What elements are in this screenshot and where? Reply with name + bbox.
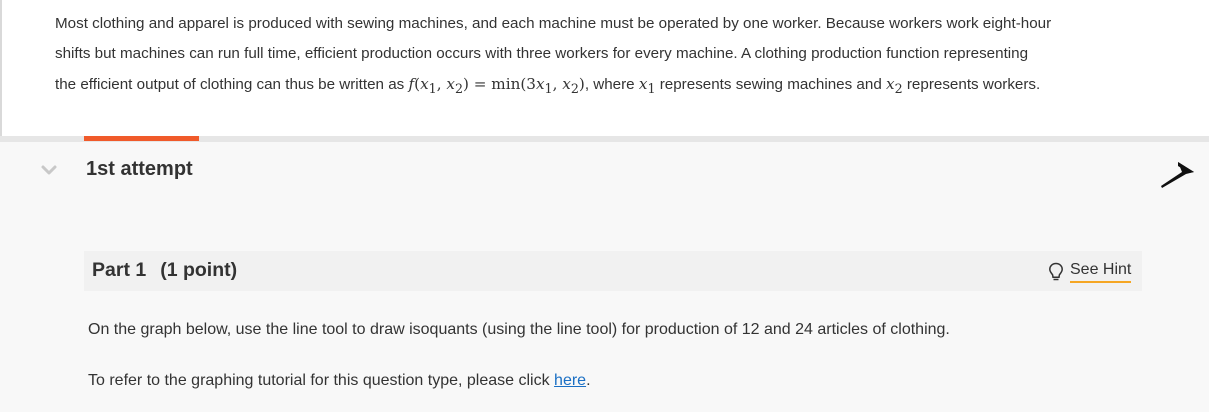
part-points: (1 point) — [160, 259, 238, 281]
part-title: Part 1 (1 point) — [92, 259, 237, 282]
intro-line-3-prefix: the efficient output of clothing can thu… — [55, 76, 405, 93]
attempt-tab-indicator — [84, 136, 199, 141]
variable-x1: x1 — [638, 75, 656, 97]
see-hint-button[interactable]: See Hint — [1048, 258, 1132, 286]
tutorial-suffix: . — [586, 372, 591, 389]
intro-line-3-suffix: represents workers. — [906, 76, 1041, 93]
tutorial-prefix: To refer to the graphing tutorial for th… — [88, 372, 550, 389]
intro-line-2: shifts but machines can run full time, e… — [55, 45, 1029, 62]
intro-line-3-mid: , where — [584, 76, 635, 93]
intro-line-1: Most clothing and apparel is produced wi… — [55, 15, 1052, 32]
question-text: On the graph below, use the line tool to… — [88, 321, 950, 338]
tutorial-text: To refer to the graphing tutorial for th… — [88, 372, 591, 390]
problem-intro: Most clothing and apparel is produced wi… — [0, 0, 1209, 136]
intro-line-3-mid2: represents sewing machines and — [659, 76, 882, 93]
part-label: Part 1 — [92, 259, 147, 281]
production-function-formula: f(x1, x2) = min(3x1, x2) — [408, 75, 585, 97]
attempt-title: 1st attempt — [86, 158, 193, 180]
tutorial-link[interactable]: here — [554, 372, 586, 389]
intro-text: Most clothing and apparel is produced wi… — [55, 9, 1165, 104]
lightbulb-icon — [1049, 262, 1063, 281]
part-header — [84, 251, 1142, 291]
variable-x2: x2 — [886, 75, 903, 97]
chevron-down-icon[interactable] — [40, 163, 58, 177]
see-hint-label[interactable]: See Hint — [1070, 261, 1132, 283]
pin-icon[interactable] — [1158, 158, 1198, 190]
